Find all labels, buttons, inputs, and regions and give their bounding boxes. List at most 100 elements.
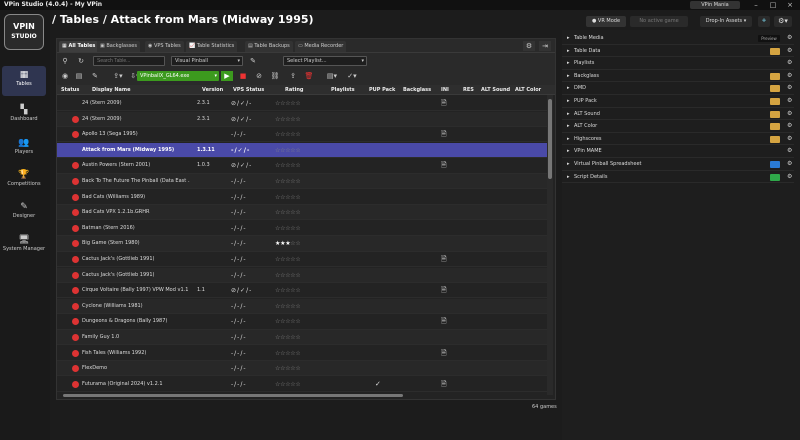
delete-icon[interactable]: 🗑 [303,71,315,81]
section-table-media[interactable]: ▸ Table Media Preview ⚙ [562,32,794,45]
column-header-ini[interactable]: INI [441,85,449,95]
folder-icon[interactable] [770,135,780,143]
upload-icon[interactable]: ⇪▾ [109,71,127,81]
gear-icon[interactable]: ⚙ [787,70,792,83]
rating-stars[interactable]: ☆☆☆☆☆ [275,283,300,298]
vpin-mania-button[interactable]: VPin Mania [690,1,740,9]
scrollbar-thumb[interactable] [548,99,552,179]
rating-stars[interactable]: ☆☆☆☆☆ [275,174,300,189]
refresh-icon[interactable]: ↻ [75,56,87,66]
star-icon[interactable]: ☆ [295,272,300,279]
expand-arrow-icon[interactable]: ▸ [567,70,570,83]
rating-stars[interactable]: ★★★☆☆ [275,236,300,251]
table-row[interactable]: Futurama (Original 2024) v1.2.1 -/-/- ☆☆☆☆… [57,377,547,393]
gear-icon[interactable]: ⚙ [787,45,792,58]
table-row[interactable]: Attack from Mars (Midway 1995) 1.3.11 -/✓/… [57,142,547,159]
folder-icon[interactable] [770,123,780,131]
cancel-icon[interactable]: ⊘ [253,71,265,81]
table-row[interactable]: Family Guy 1.0 -/-/- ☆☆☆☆☆ [57,330,547,346]
star-icon[interactable]: ☆ [295,100,300,107]
gear-icon[interactable]: ⚙ [787,95,792,108]
column-header-alt-color[interactable]: ALT Color [515,85,541,95]
table-row[interactable]: Cirque Voltaire (Bally 1997) VPW Mod v1.… [57,283,547,299]
section-virtual-pinball-spreadsheet[interactable]: ▸ Virtual Pinball Spreadsheet ⚙ [562,158,794,171]
rating-stars[interactable]: ☆☆☆☆☆ [275,377,300,392]
table-row[interactable]: 24 (Stern 2009) 2.3.1 ⊘/✓/- ☆☆☆☆☆ [57,111,547,127]
column-header-status[interactable]: Status [61,85,79,95]
rating-stars[interactable]: ☆☆☆☆☆ [275,127,300,142]
star-icon[interactable]: ☆ [295,318,300,325]
search-input[interactable] [93,56,165,66]
playlist-select[interactable]: Select Playlist... ▾ [283,56,367,66]
rating-stars[interactable]: ☆☆☆☆☆ [275,330,300,345]
star-icon[interactable]: ☆ [295,381,300,388]
collapse-panel-icon[interactable]: ⇥ [539,41,551,51]
section-alt-sound[interactable]: ▸ ALT Sound ⚙ [562,108,794,121]
expand-arrow-icon[interactable]: ▸ [567,95,570,108]
column-header-rating[interactable]: Rating [285,85,303,95]
active-game-select[interactable]: No active game [630,16,688,27]
rating-stars[interactable]: ☆☆☆☆☆ [275,96,300,111]
star-icon[interactable]: ☆ [295,162,300,169]
rating-stars[interactable]: ☆☆☆☆☆ [275,158,300,173]
star-icon[interactable]: ☆ [295,303,300,310]
star-icon[interactable]: ☆ [295,240,300,247]
executable-select[interactable]: VPinballX_GL64.exe ▾ [137,71,219,81]
rating-stars[interactable]: ☆☆☆☆☆ [275,314,300,329]
dropin-assets-button[interactable]: Drop-In Assets ▾ [700,16,752,27]
column-header-pup-pack[interactable]: PUP Pack [369,85,395,95]
rating-stars[interactable]: ☆☆☆☆☆ [275,346,300,361]
minimize-icon[interactable]: – [750,0,762,10]
vertical-scrollbar[interactable] [547,95,553,395]
gear-icon[interactable]: ⚙ [787,32,792,45]
table-row[interactable]: Big Game (Stern 1980) -/-/- ★★★☆☆ [57,236,547,252]
rating-stars[interactable]: ☆☆☆☆☆ [275,112,300,127]
star-icon[interactable]: ☆ [295,287,300,294]
section-script-details[interactable]: ▸ Script Details ⚙ [562,171,794,184]
nav-item-competitions[interactable]: 🏆 Competitions [2,166,46,196]
gear-icon[interactable]: ⚙ [787,133,792,146]
gear-icon[interactable]: ⚙ [787,57,792,70]
expand-arrow-icon[interactable]: ▸ [567,171,570,184]
column-header-playlists[interactable]: Playlists [331,85,355,95]
star-icon[interactable]: ☆ [295,209,300,216]
table-row[interactable]: Batman (Stern 2016) -/-/- ☆☆☆☆☆ [57,221,547,237]
section-table-data[interactable]: ▸ Table Data ⚙ [562,45,794,58]
rating-stars[interactable]: ☆☆☆☆☆ [275,190,300,205]
folder-icon[interactable] [770,85,780,93]
tab-table-statistics[interactable]: 📈 Table Statistics [186,41,238,52]
rating-stars[interactable]: ☆☆☆☆☆ [275,268,300,283]
expand-arrow-icon[interactable]: ▸ [567,145,570,158]
expand-arrow-icon[interactable]: ▸ [567,82,570,95]
check-menu-icon[interactable]: ✓▾ [343,71,361,81]
star-icon[interactable]: ☆ [295,334,300,341]
upload-table-icon[interactable]: ⇪ [287,71,299,81]
table-row[interactable]: Austin Powers (Stern 2001) 1.0.3 ⊘/✓/- ☆☆☆☆… [57,158,547,174]
nav-item-players[interactable]: 👥 Players [2,134,46,164]
expand-arrow-icon[interactable]: ▸ [567,158,570,171]
column-header-vps-status[interactable]: VPS Status [233,85,264,95]
filter-icon[interactable]: ⚲ [59,56,71,66]
link-icon[interactable]: ⛓ [269,71,281,81]
expand-arrow-icon[interactable]: ▸ [567,108,570,121]
script-edit-icon[interactable] [770,173,780,181]
section-dmd[interactable]: ▸ DMD ⚙ [562,82,794,95]
gear-icon[interactable]: ⚙ [787,171,792,184]
section-backglass[interactable]: ▸ Backglass ⚙ [562,70,794,83]
star-icon[interactable]: ☆ [295,131,300,138]
folder-icon[interactable] [770,47,780,55]
vr-mode-toggle[interactable]: ● VR Mode [586,16,626,27]
table-options-icon[interactable]: ▤ [73,71,85,81]
edit-icon[interactable]: ✎ [247,56,259,66]
table-row[interactable]: Apollo 13 (Sega 1995) -/-/- ☆☆☆☆☆ 🗎 [57,127,547,143]
add-icon[interactable]: ✚ [758,16,770,27]
column-header-res[interactable]: RES [463,85,474,95]
horizontal-scrollbar[interactable] [61,393,551,398]
nav-item-designer[interactable]: ✎ Designer [2,198,46,228]
spreadsheet-icon[interactable] [770,161,780,168]
gear-icon[interactable]: ⚙ [787,158,792,171]
expand-arrow-icon[interactable]: ▸ [567,133,570,146]
tab-backglasses[interactable]: ▣ Backglasses [97,41,140,52]
column-header-alt-sound[interactable]: ALT Sound [481,85,510,95]
rating-stars[interactable]: ☆☆☆☆☆ [275,221,300,236]
